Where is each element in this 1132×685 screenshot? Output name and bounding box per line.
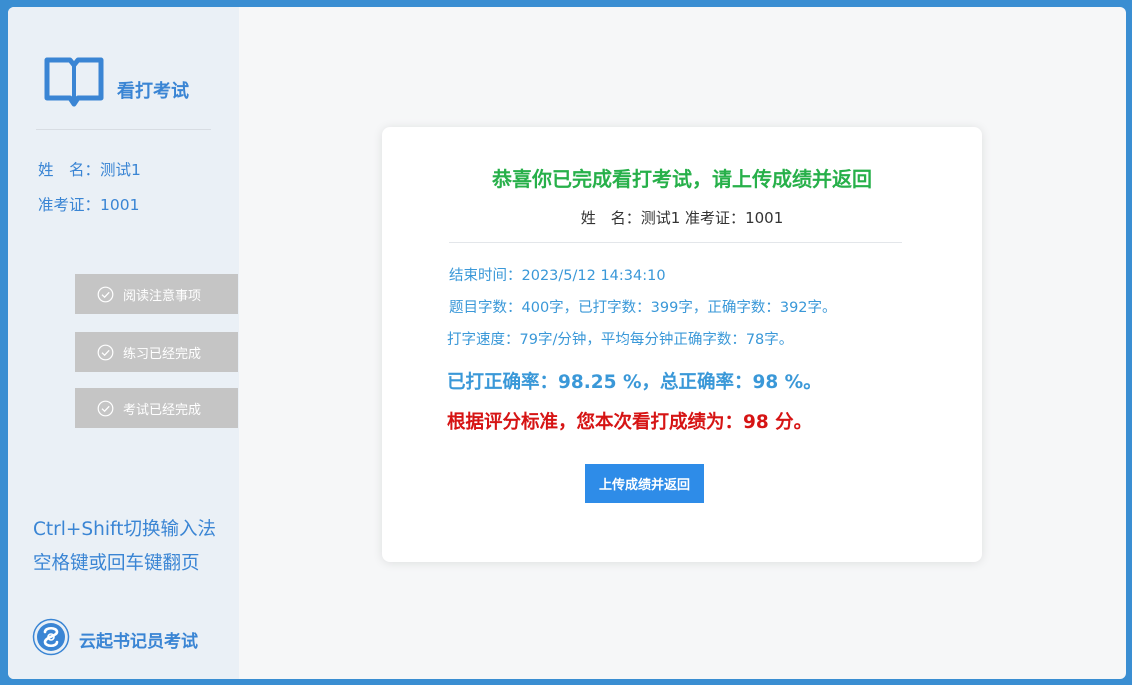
typing-speed: 打字速度：79字/分钟，平均每分钟正确字数：78字。 bbox=[447, 332, 794, 348]
brand-logo-icon bbox=[32, 618, 70, 660]
check-circle-icon bbox=[97, 400, 114, 417]
sidebar: 看打考试 姓 名：测试1 准考证：1001 阅读注意事项 练习已经完成 考试已经… bbox=[8, 7, 239, 679]
step-label: 考试已经完成 bbox=[123, 402, 202, 418]
name-label: 姓 名： bbox=[38, 161, 101, 179]
accuracy-rate: 已打正确率：98.25 %，总正确率：98 %。 bbox=[447, 372, 822, 393]
step-exam-done[interactable]: 考试已经完成 bbox=[75, 388, 238, 428]
card-divider bbox=[449, 242, 902, 243]
check-circle-icon bbox=[97, 344, 114, 361]
check-circle-icon bbox=[97, 286, 114, 303]
candidate-name: 姓 名：测试1 bbox=[38, 158, 141, 180]
hint-page-turn: 空格键或回车键翻页 bbox=[33, 553, 200, 574]
app-window: 看打考试 姓 名：测试1 准考证：1001 阅读注意事项 练习已经完成 考试已经… bbox=[8, 7, 1126, 679]
step-practice-done[interactable]: 练习已经完成 bbox=[75, 332, 238, 372]
char-counts: 题目字数：400字，已打字数：399字，正确字数：392字。 bbox=[449, 300, 837, 316]
result-title: 恭喜你已完成看打考试，请上传成绩并返回 bbox=[492, 167, 872, 191]
candidate-id: 准考证：1001 bbox=[38, 193, 139, 215]
sidebar-divider bbox=[36, 129, 211, 130]
end-time: 结束时间：2023/5/12 14:34:10 bbox=[449, 268, 666, 284]
result-card: 恭喜你已完成看打考试，请上传成绩并返回 姓 名：测试1 准考证：1001 结束时… bbox=[382, 127, 982, 562]
id-value: 1001 bbox=[100, 196, 140, 214]
step-read-notice[interactable]: 阅读注意事项 bbox=[75, 274, 238, 314]
brand: 云起书记员考试 bbox=[32, 618, 198, 660]
step-label: 练习已经完成 bbox=[123, 346, 202, 362]
brand-name: 云起书记员考试 bbox=[79, 631, 198, 652]
id-label: 准考证： bbox=[38, 196, 101, 214]
hint-switch-ime: Ctrl+Shift切换输入法 bbox=[33, 519, 216, 540]
name-value: 测试1 bbox=[100, 161, 141, 179]
step-label: 阅读注意事项 bbox=[123, 288, 202, 304]
upload-return-button[interactable]: 上传成绩并返回 bbox=[585, 464, 704, 503]
app-title: 看打考试 bbox=[117, 81, 189, 102]
book-logo-icon bbox=[43, 54, 105, 109]
final-score: 根据评分标准，您本次看打成绩为：98 分。 bbox=[447, 412, 813, 433]
result-candidate-info: 姓 名：测试1 准考证：1001 bbox=[580, 209, 784, 227]
